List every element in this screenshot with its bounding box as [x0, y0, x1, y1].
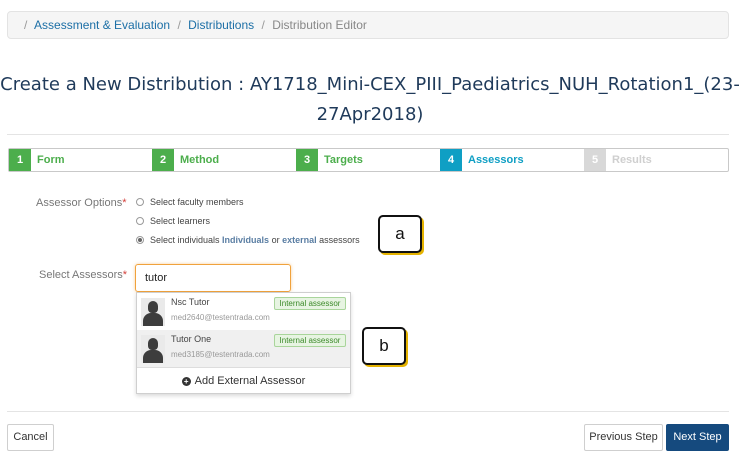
previous-step-button[interactable]: Previous Step [584, 424, 663, 451]
step-number: 2 [152, 149, 174, 171]
assessor-email: med3185@testentrada.com [171, 350, 270, 359]
next-step-button[interactable]: Next Step [666, 424, 729, 451]
add-external-label: Add External Assessor [194, 375, 306, 387]
breadcrumb-distributions[interactable]: Distributions [188, 18, 254, 32]
divider [7, 411, 729, 412]
assessor-results-dropdown: Nsc Tutor med2640@testentrada.com Intern… [136, 292, 351, 394]
step-label: Form [37, 154, 65, 166]
radio-learners[interactable]: Select learners [136, 216, 210, 226]
assessor-email: med2640@testentrada.com [171, 313, 270, 322]
assessor-search-input[interactable]: tutor [135, 264, 291, 292]
step-form[interactable]: 1 Form [9, 149, 152, 171]
step-number: 1 [9, 149, 31, 171]
required-mark: * [122, 197, 127, 209]
step-number: 5 [584, 149, 606, 171]
plus-circle-icon: + [181, 377, 191, 386]
radio-label: or [269, 235, 283, 245]
callout-b: b [362, 327, 406, 365]
radio-label: Select faculty members [150, 197, 244, 207]
breadcrumb-current: Distribution Editor [272, 18, 367, 32]
step-number: 4 [440, 149, 462, 171]
breadcrumb-assessment-evaluation[interactable]: Assessment & Evaluation [34, 18, 170, 32]
step-label: Method [180, 154, 220, 166]
status-badge: Internal assessor [274, 334, 346, 347]
required-mark: * [122, 269, 128, 281]
divider [7, 134, 729, 135]
radio-button[interactable] [136, 217, 144, 225]
assessor-name: Tutor One [171, 334, 212, 344]
list-item[interactable]: Tutor One med3185@testentrada.com Intern… [137, 330, 350, 367]
avatar [141, 335, 165, 363]
avatar [141, 298, 165, 326]
list-item[interactable]: Nsc Tutor med2640@testentrada.com Intern… [137, 293, 350, 330]
breadcrumb-separator: / [261, 18, 265, 32]
radio-label: Select learners [150, 216, 211, 226]
assessor-options-label: Assessor Options* [36, 197, 127, 209]
radio-button[interactable] [136, 198, 144, 206]
radio-label: Select individuals [150, 235, 223, 245]
step-targets[interactable]: 3 Targets [296, 149, 440, 171]
radio-label: assessors [316, 235, 360, 245]
step-label: Results [612, 154, 652, 166]
cancel-button[interactable]: Cancel [7, 424, 54, 451]
page-title-line-2: 27Apr2018) [316, 104, 424, 125]
radio-label-bold: external [282, 235, 317, 245]
radio-faculty-members[interactable]: Select faculty members [136, 197, 244, 207]
breadcrumb-separator: / [24, 18, 28, 32]
radio-label-bold: Individuals [222, 235, 270, 245]
radio-button-selected[interactable] [136, 236, 144, 244]
step-assessors[interactable]: 4 Assessors [440, 149, 584, 171]
assessor-name: Nsc Tutor [171, 297, 210, 307]
callout-a: a [378, 215, 422, 253]
breadcrumb: / Assessment & Evaluation / Distribution… [7, 11, 729, 39]
step-number: 3 [296, 149, 318, 171]
page-title-line-1: Create a New Distribution : AY1718_Mini-… [0, 74, 740, 95]
add-external-assessor-button[interactable]: + Add External Assessor [137, 367, 350, 394]
status-badge: Internal assessor [274, 297, 346, 310]
breadcrumb-separator: / [177, 18, 181, 32]
page-title: Create a New Distribution : AY1718_Mini-… [0, 70, 740, 130]
radio-individuals[interactable]: Select individuals Individuals or extern… [136, 235, 360, 245]
step-label: Assessors [468, 154, 524, 166]
step-label: Targets [324, 154, 363, 166]
step-method[interactable]: 2 Method [152, 149, 296, 171]
select-assessors-label: Select Assessors* [39, 269, 128, 281]
step-results: 5 Results [584, 149, 728, 171]
wizard-steps: 1 Form 2 Method 3 Targets 4 Assessors 5 … [8, 148, 729, 172]
